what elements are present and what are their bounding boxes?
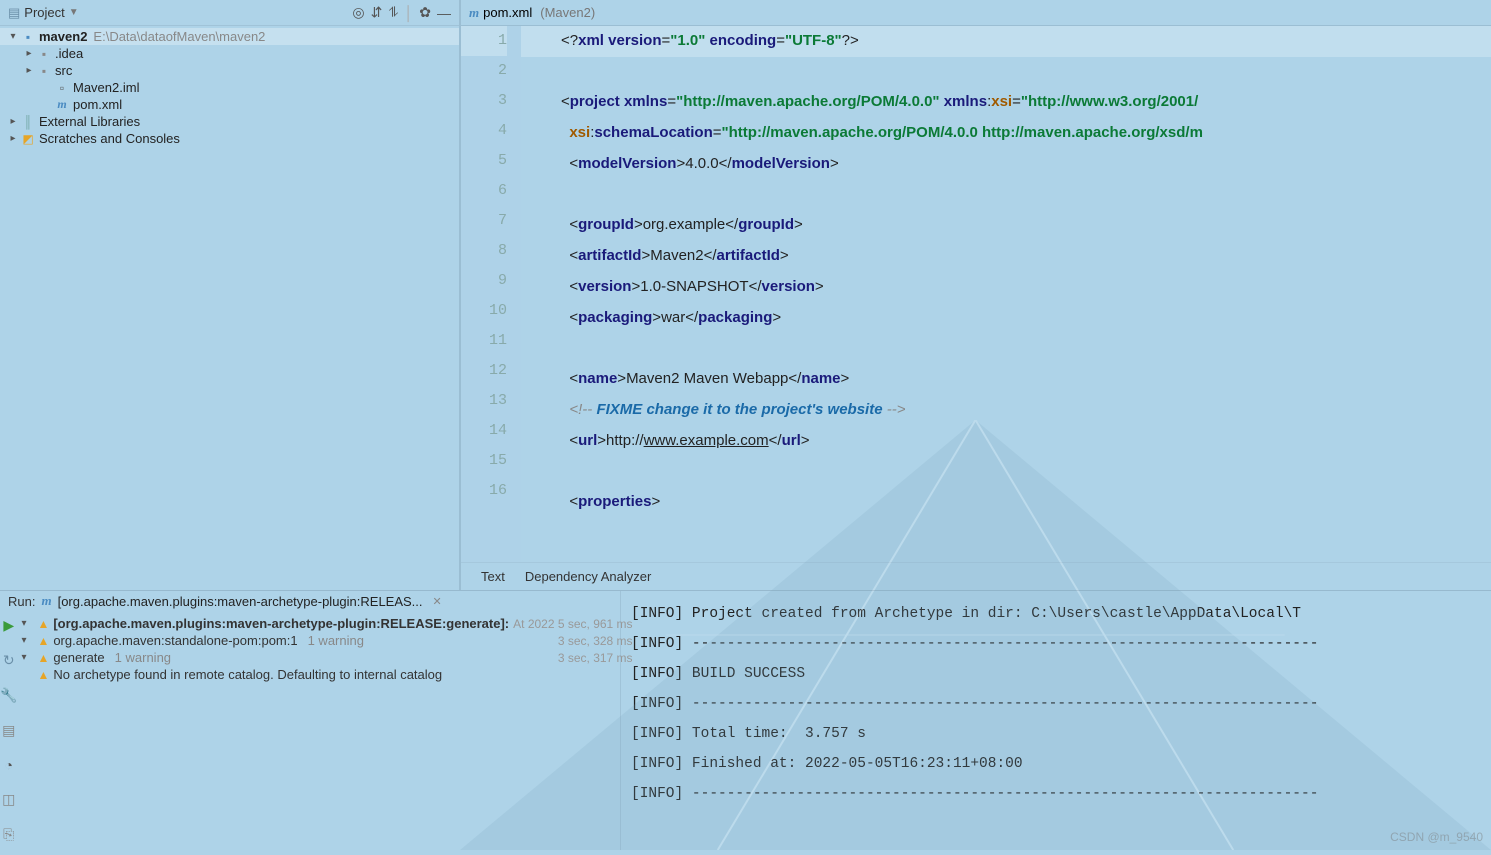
warn-icon: ▲: [37, 617, 49, 631]
subtab-dependency-analyzer[interactable]: Dependency Analyzer: [525, 569, 651, 584]
project-tree[interactable]: ▾ ▪ maven2 E:\Data\dataofMaven\maven2 ▸ …: [0, 26, 459, 590]
chevron-down-icon[interactable]: ▾: [21, 618, 33, 629]
line-gutter: 12345678910111213141516: [461, 26, 521, 562]
tree-item-src[interactable]: ▸ ▪ src: [0, 62, 459, 79]
tree-item-pom[interactable]: m pom.xml: [0, 96, 459, 113]
layout-icon[interactable]: ▤: [2, 722, 15, 739]
collapse-all-icon[interactable]: ⥮: [388, 4, 398, 21]
chevron-down-icon[interactable]: ▾: [6, 31, 20, 42]
subtab-text[interactable]: Text: [481, 569, 505, 584]
warn-icon: ▲: [37, 651, 49, 665]
run-tree-row[interactable]: ▾ ▲ [org.apache.maven.plugins:maven-arch…: [17, 615, 644, 632]
exit-icon[interactable]: ⎘: [3, 826, 14, 843]
code-lines[interactable]: <?xml version="1.0" encoding="UTF-8"?> <…: [521, 26, 1491, 562]
libraries-icon: ║: [20, 115, 36, 129]
maven-icon: m: [54, 97, 70, 112]
tree-item-iml[interactable]: ▫ Maven2.iml: [0, 79, 459, 96]
project-tool-header: ▤ Project ▼ ◎ ⇵ ⥮ │ ✿ —: [0, 0, 459, 26]
chevron-down-icon[interactable]: ▾: [21, 652, 33, 663]
chevron-right-icon[interactable]: ▸: [6, 133, 20, 144]
warn-icon: ▲: [37, 634, 49, 648]
close-icon[interactable]: ✕: [433, 595, 442, 608]
code-area[interactable]: 12345678910111213141516 <?xml version="1…: [461, 26, 1491, 562]
warn-icon: ▲: [37, 668, 49, 682]
run-tree-row[interactable]: ▾ ▲ generate 1 warning 3 sec, 317 ms: [17, 649, 644, 666]
editor-tabs: m pom.xml (Maven2): [461, 0, 1491, 26]
run-label: Run:: [8, 594, 35, 609]
editor-tab-pom[interactable]: m pom.xml (Maven2): [469, 5, 595, 21]
play-icon[interactable]: ▶: [3, 617, 14, 634]
watermark: CSDN @m_9540: [1390, 830, 1483, 844]
tab-subtitle: (Maven2): [540, 5, 595, 20]
project-sidebar: ▤ Project ▼ ◎ ⇵ ⥮ │ ✿ — ▾ ▪ maven2 E:\Da…: [0, 0, 460, 590]
run-tree-row[interactable]: ▲ No archetype found in remote catalog. …: [17, 666, 644, 683]
scratches-icon: ◩: [20, 132, 36, 146]
chevron-right-icon[interactable]: ▸: [22, 65, 36, 76]
run-tree-row[interactable]: ▾ ▲ org.apache.maven:standalone-pom:pom:…: [17, 632, 644, 649]
run-tree[interactable]: ▾ ▲ [org.apache.maven.plugins:maven-arch…: [17, 611, 644, 850]
tree-item-external-libs[interactable]: ▸ ║ External Libraries: [0, 113, 459, 130]
editor-bottom-tabs: Text Dependency Analyzer: [461, 562, 1491, 590]
run-config-title[interactable]: [org.apache.maven.plugins:maven-archetyp…: [58, 594, 423, 609]
gear-icon[interactable]: ✿: [419, 4, 431, 21]
project-icon: ▤: [8, 5, 20, 21]
module-icon: ▪: [20, 30, 36, 44]
rerun-icon[interactable]: ↻: [3, 652, 15, 669]
chevron-right-icon[interactable]: ▸: [22, 48, 36, 59]
tree-item-scratches[interactable]: ▸ ◩ Scratches and Consoles: [0, 130, 459, 147]
run-left-panel: Run: m [org.apache.maven.plugins:maven-a…: [0, 591, 620, 850]
editor-area: m pom.xml (Maven2) 123456789101112131415…: [460, 0, 1491, 590]
maven-icon: m: [469, 5, 479, 21]
hide-icon[interactable]: —: [437, 5, 451, 21]
chevron-down-icon[interactable]: ▼: [69, 7, 79, 18]
pin-icon[interactable]: ◔: [4, 757, 12, 773]
tab-filename: pom.xml: [483, 5, 532, 20]
camera-icon[interactable]: ◫: [2, 791, 15, 808]
target-icon[interactable]: ◎: [352, 4, 364, 21]
project-label[interactable]: Project: [24, 5, 64, 20]
folder-icon: ▪: [36, 64, 52, 78]
chevron-right-icon[interactable]: ▸: [6, 116, 20, 127]
chevron-down-icon[interactable]: ▾: [21, 635, 33, 646]
run-tool-window: Run: m [org.apache.maven.plugins:maven-a…: [0, 590, 1491, 850]
tree-root[interactable]: ▾ ▪ maven2 E:\Data\dataofMaven\maven2: [0, 28, 459, 45]
expand-all-icon[interactable]: ⇵: [371, 4, 383, 21]
run-header: Run: m [org.apache.maven.plugins:maven-a…: [0, 591, 620, 611]
tree-item-idea[interactable]: ▸ ▪ .idea: [0, 45, 459, 62]
run-console-output[interactable]: [INFO] Project created from Archetype in…: [620, 591, 1491, 850]
iml-icon: ▫: [54, 81, 70, 95]
maven-icon: m: [41, 593, 51, 609]
folder-icon: ▪: [36, 47, 52, 61]
run-icon-toolbar: ▶ ↻ 🔧 ▤ ◔ ◫ ⎘: [0, 611, 17, 850]
divider: │: [405, 5, 414, 21]
wrench-icon[interactable]: 🔧: [0, 687, 17, 704]
